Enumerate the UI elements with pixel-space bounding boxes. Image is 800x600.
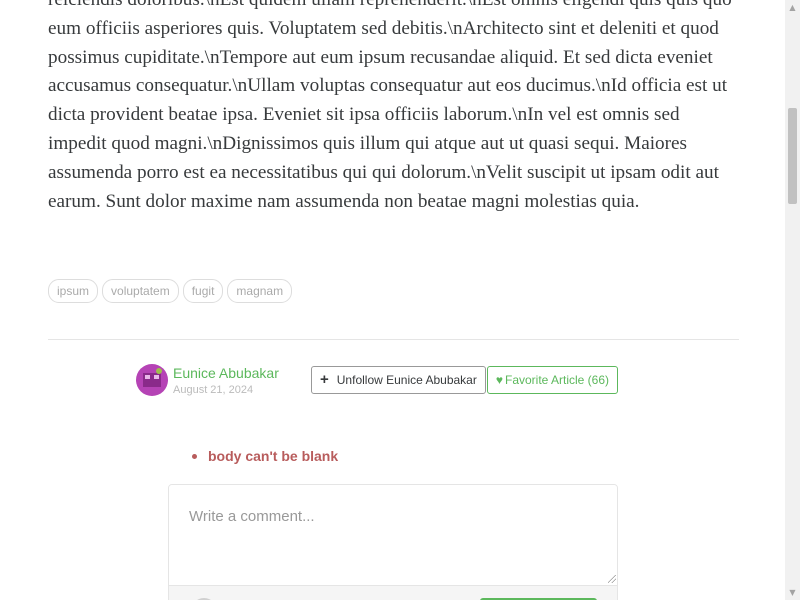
tag-list: ipsum voluptatem fugit magnam (48, 279, 293, 303)
arrow-up-icon[interactable]: ▲ (785, 0, 800, 15)
comment-form (168, 484, 618, 600)
favorite-article-button[interactable]: ♥ Favorite Article (66) (486, 366, 619, 394)
article-body: reiciendis doloribus.\nEst quidem ullam … (48, 0, 740, 216)
article-body-text: reiciendis doloribus.\nEst quidem ullam … (48, 0, 732, 212)
comment-input[interactable] (169, 485, 617, 585)
avatar-pixel (156, 368, 162, 374)
author-info: Eunice Abubakar August 21, 2024 (173, 363, 305, 397)
comment-form-footer (169, 585, 617, 600)
article-date: August 21, 2024 (173, 384, 254, 396)
author-avatar[interactable] (136, 364, 168, 396)
unfollow-author-label: Unfollow Eunice Abubakar (336, 373, 477, 387)
author-name-link[interactable]: Eunice Abubakar (173, 364, 305, 382)
scrollbar-thumb[interactable] (788, 108, 797, 204)
plus-icon: + (320, 371, 329, 388)
vertical-scrollbar[interactable]: ▲ ▼ (785, 0, 800, 600)
error-message: body can't be blank (190, 447, 338, 465)
tag-pill[interactable]: ipsum (48, 279, 99, 303)
error-messages: body can't be blank (190, 447, 338, 465)
tag-pill[interactable]: fugit (182, 279, 224, 303)
tag-pill[interactable]: magnam (227, 279, 293, 303)
favorite-article-label: Favorite Article (66) (504, 373, 610, 387)
unfollow-author-button[interactable]: + Unfollow Eunice Abubakar (311, 366, 486, 394)
avatar-pixel (145, 375, 150, 379)
heart-icon: ♥ (495, 373, 503, 387)
article-meta: Eunice Abubakar August 21, 2024 + Unfoll… (136, 363, 619, 397)
resize-handle-icon[interactable] (608, 575, 616, 583)
avatar-pixel (154, 375, 159, 379)
page-viewport: reiciendis doloribus.\nEst quidem ullam … (0, 0, 785, 600)
divider (48, 339, 739, 340)
arrow-down-icon[interactable]: ▼ (785, 585, 800, 600)
tag-pill[interactable]: voluptatem (102, 279, 179, 303)
